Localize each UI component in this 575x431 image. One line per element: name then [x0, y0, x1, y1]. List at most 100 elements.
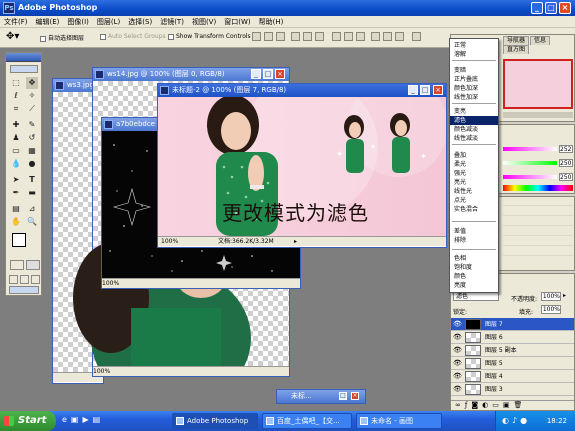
adobe-online-icon[interactable] [10, 65, 38, 73]
menu-window[interactable]: 窗口(W) [220, 16, 254, 28]
blend-option[interactable]: 点光 [450, 196, 498, 205]
pen-tool-icon[interactable]: ✒ [10, 187, 22, 199]
screen-mode-2-icon[interactable] [20, 275, 29, 284]
marquee-tool-icon[interactable]: ⬚ [10, 77, 22, 89]
screen-mode-1-icon[interactable] [9, 275, 18, 284]
color-value-g[interactable]: 250 [559, 159, 573, 167]
foreground-color-swatch[interactable] [12, 233, 26, 247]
layer-row[interactable]: 👁 图层 5 副本 [451, 344, 574, 357]
brush-tool-icon[interactable]: ✎ [26, 119, 38, 131]
blend-option[interactable]: 颜色加深 [450, 84, 498, 93]
document-untitled-titlebar[interactable]: 未标题-2 @ 100% (图层 7, RGB/8) _ □ × [158, 84, 446, 97]
magic-wand-icon[interactable]: ✧ [26, 90, 38, 102]
distribute-vcenter-icon[interactable] [344, 32, 353, 41]
blur-tool-icon[interactable]: 💧 [10, 158, 22, 170]
auto-align-icon[interactable] [412, 32, 421, 41]
blend-option[interactable]: 颜色减淡 [450, 125, 498, 134]
distribute-right-icon[interactable] [395, 32, 404, 41]
blend-option[interactable]: 差值 [450, 227, 498, 236]
layer-row[interactable]: 👁 图层 3 [451, 383, 574, 396]
shape-tool-icon[interactable]: ▬ [26, 187, 38, 199]
close-button[interactable]: × [559, 2, 571, 14]
opacity-input[interactable]: 100% [541, 292, 561, 301]
media-icon[interactable]: ▶ [82, 415, 92, 424]
folder-icon[interactable]: ▤ [93, 415, 105, 424]
color-slider-b[interactable] [503, 175, 557, 179]
clone-stamp-icon[interactable]: ♟ [10, 132, 22, 144]
adjustment-layer-icon[interactable]: ◐ [482, 401, 492, 409]
blend-option[interactable]: 排除 [450, 236, 498, 245]
task-browser[interactable]: 百度_土偶吧_【交... [262, 413, 352, 429]
blend-option[interactable]: 饱和度 [450, 263, 498, 272]
type-tool-icon[interactable]: T [26, 174, 38, 186]
task-paint[interactable]: 未命名 - 画图 [356, 413, 442, 429]
blend-option[interactable]: 亮光 [450, 178, 498, 187]
link-layers-icon[interactable]: ∞ [455, 401, 465, 409]
opacity-dropdown-icon[interactable]: ▸ [563, 292, 566, 299]
notes-tool-icon[interactable]: ▤ [10, 203, 22, 215]
layer-row[interactable]: 👁 图层 6 [451, 331, 574, 344]
blend-option[interactable]: 正片叠底 [450, 75, 498, 84]
blend-option[interactable]: 颜色 [450, 272, 498, 281]
blend-option[interactable]: 线性光 [450, 187, 498, 196]
untitled-maximize-button[interactable]: □ [420, 85, 430, 95]
eye-icon[interactable]: 👁 [453, 334, 462, 341]
blend-option[interactable]: 实色混合 [450, 205, 498, 214]
minimized-document[interactable]: 未标... □ × [276, 389, 366, 404]
menu-view[interactable]: 视图(V) [188, 16, 220, 28]
color-value-b[interactable]: 250 [559, 173, 573, 181]
healing-brush-icon[interactable]: ✚ [10, 119, 22, 131]
ie-icon[interactable]: e [62, 415, 71, 424]
blend-option[interactable]: 色相 [450, 254, 498, 263]
dodge-tool-icon[interactable]: ● [26, 158, 38, 170]
desktop-icon[interactable]: ▣ [71, 415, 83, 424]
menu-file[interactable]: 文件(F) [0, 16, 32, 28]
menu-edit[interactable]: 编辑(E) [32, 16, 64, 28]
align-left-icon[interactable] [291, 32, 300, 41]
navigator-thumbnail[interactable] [503, 59, 573, 109]
blend-option[interactable]: 柔光 [450, 160, 498, 169]
history-brush-icon[interactable]: ↺ [26, 132, 38, 144]
menu-help[interactable]: 帮助(H) [255, 16, 288, 28]
eye-icon[interactable]: 👁 [453, 347, 462, 354]
blend-option[interactable]: 亮度 [450, 281, 498, 290]
align-hcenter-icon[interactable] [303, 32, 312, 41]
move-tool-preset-icon[interactable]: ✥▾ [6, 31, 19, 42]
eye-icon[interactable]: 👁 [453, 360, 462, 367]
align-bottom-icon[interactable] [276, 32, 285, 41]
blend-option[interactable]: 叠加 [450, 151, 498, 160]
menu-layer[interactable]: 图层(L) [93, 16, 124, 28]
tab-info[interactable]: 信息 [530, 36, 551, 45]
task-photoshop[interactable]: Adobe Photoshop [172, 413, 258, 429]
distribute-bottom-icon[interactable] [356, 32, 365, 41]
path-selection-icon[interactable]: ➤ [10, 174, 22, 186]
new-group-icon[interactable]: ▭ [492, 401, 503, 409]
layer-row[interactable]: 👁 图层 7 [451, 318, 574, 331]
untitled-close-button[interactable]: × [433, 85, 443, 95]
document-ws14-titlebar[interactable]: ws14.jpg @ 100% (图层 0, RGB/8) _ □ × [93, 68, 289, 81]
tab-navigator[interactable]: 导航器 [503, 36, 530, 45]
eye-icon[interactable]: 👁 [453, 373, 462, 380]
distribute-left-icon[interactable] [371, 32, 380, 41]
layer-mask-icon[interactable]: ◙ [471, 401, 482, 409]
tray-icons[interactable]: ◐♪● [502, 411, 530, 431]
maximize-button[interactable]: □ [545, 2, 557, 14]
eyedropper-icon[interactable]: ⊿ [26, 203, 38, 215]
color-slider-r[interactable] [503, 147, 557, 151]
color-ramp[interactable] [503, 185, 573, 191]
distribute-top-icon[interactable] [332, 32, 341, 41]
menu-filter[interactable]: 滤镜(T) [156, 16, 188, 28]
ws14-close-button[interactable]: × [275, 69, 285, 79]
ws14-minimize-button[interactable]: _ [251, 69, 261, 79]
crop-tool-icon[interactable]: ⌗ [10, 103, 22, 115]
eraser-tool-icon[interactable]: ▭ [10, 145, 22, 157]
distribute-hcenter-icon[interactable] [383, 32, 392, 41]
lasso-tool-icon[interactable]: ℓ [10, 90, 22, 102]
blend-option[interactable]: 变亮 [450, 107, 498, 116]
auto-select-checkbox[interactable] [40, 35, 46, 42]
menu-select[interactable]: 选择(S) [124, 16, 156, 28]
quickmask-mode-icon[interactable] [26, 260, 40, 270]
slice-tool-icon[interactable]: ⟋ [26, 103, 38, 115]
toolbox-header[interactable] [6, 53, 41, 62]
blend-option-selected[interactable]: 滤色 [450, 116, 498, 125]
